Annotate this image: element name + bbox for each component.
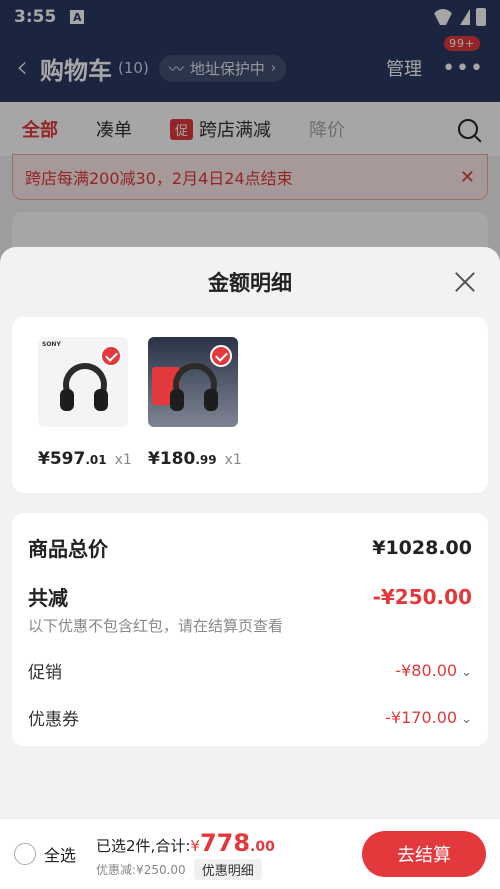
total-value: ¥1028.00 <box>372 536 472 559</box>
checkout-bar: 全选 已选2件,合计:¥778.00 优惠减:¥250.00 优惠明细 去结算 <box>0 818 500 889</box>
sheet-title: 金额明细 <box>208 271 292 295</box>
total-row: 商品总价 ¥1028.00 <box>28 533 472 562</box>
selected-check-icon <box>210 345 232 367</box>
select-all-label[interactable]: 全选 <box>44 842 76 866</box>
discount-detail-button[interactable]: 优惠明细 <box>193 858 262 880</box>
product-item[interactable]: ¥180.99 x1 <box>148 337 242 493</box>
product-list: SONY ¥597.01 x1 ¥180.99 x1 <box>12 317 488 493</box>
headphone-cup-left <box>170 389 184 411</box>
selected-check-icon <box>100 345 122 367</box>
order-summary: 已选2件,合计:¥778.00 优惠减:¥250.00 优惠明细 <box>96 829 275 880</box>
headphone-cup-left <box>60 389 74 411</box>
price-decimal: .99 <box>195 453 217 467</box>
coupon-value: -¥170.00 <box>385 708 458 727</box>
amount-detail-sheet: 金额明细 SONY ¥597.01 x1 ¥180.99 x1 商品总价 ¥10… <box>0 247 500 889</box>
price-decimal: .01 <box>85 453 107 467</box>
chevron-down-icon: ⌄ <box>461 712 472 727</box>
total-cents: .00 <box>250 838 275 855</box>
promo-value: -¥80.00 <box>395 661 458 680</box>
coupon-row[interactable]: 优惠券 -¥170.00 ⌄ <box>28 705 472 730</box>
saved-amount: 优惠减:¥250.00 <box>96 862 186 877</box>
discount-note: 以下优惠不包含红包，请在结算页查看 <box>28 617 284 635</box>
product-quantity: x1 <box>114 452 132 468</box>
coupon-label: 优惠券 <box>28 710 79 730</box>
discount-row: 共减 -¥250.00 <box>28 582 472 611</box>
promo-row[interactable]: 促销 -¥80.00 ⌄ <box>28 658 472 683</box>
select-all-radio[interactable] <box>14 843 36 865</box>
product-brand: SONY <box>42 341 61 348</box>
discount-value: -¥250.00 <box>372 584 472 609</box>
total-label: 商品总价 <box>28 537 108 561</box>
promo-label: 促销 <box>28 663 62 683</box>
total-amount: 778 <box>199 828 251 857</box>
price-integer: ¥597 <box>38 449 86 469</box>
price-breakdown: 商品总价 ¥1028.00 共减 -¥250.00 以下优惠不包含红包，请在结算… <box>12 513 488 746</box>
selected-count-label: 已选2件,合计: <box>96 836 191 855</box>
selected-total: 已选2件,合计:¥778.00 <box>96 829 275 857</box>
product-price: ¥180.99 x1 <box>148 449 242 469</box>
close-icon[interactable] <box>452 269 478 295</box>
price-integer: ¥180 <box>148 449 196 469</box>
coupon-value-wrap: -¥170.00 ⌄ <box>385 708 472 727</box>
chevron-down-icon: ⌄ <box>461 665 472 680</box>
product-item[interactable]: SONY ¥597.01 x1 <box>38 337 132 493</box>
promo-value-wrap: -¥80.00 ⌄ <box>395 661 472 680</box>
saving-line: 优惠减:¥250.00 优惠明细 <box>96 858 275 880</box>
product-price: ¥597.01 x1 <box>38 449 132 469</box>
checkout-button[interactable]: 去结算 <box>362 831 486 877</box>
total-currency: ¥ <box>190 836 200 855</box>
product-image <box>148 337 238 427</box>
product-image: SONY <box>38 337 128 427</box>
headphone-cup-right <box>94 389 108 411</box>
headphone-cup-right <box>204 389 218 411</box>
discount-label: 共减 <box>28 586 68 610</box>
product-quantity: x1 <box>224 452 242 468</box>
